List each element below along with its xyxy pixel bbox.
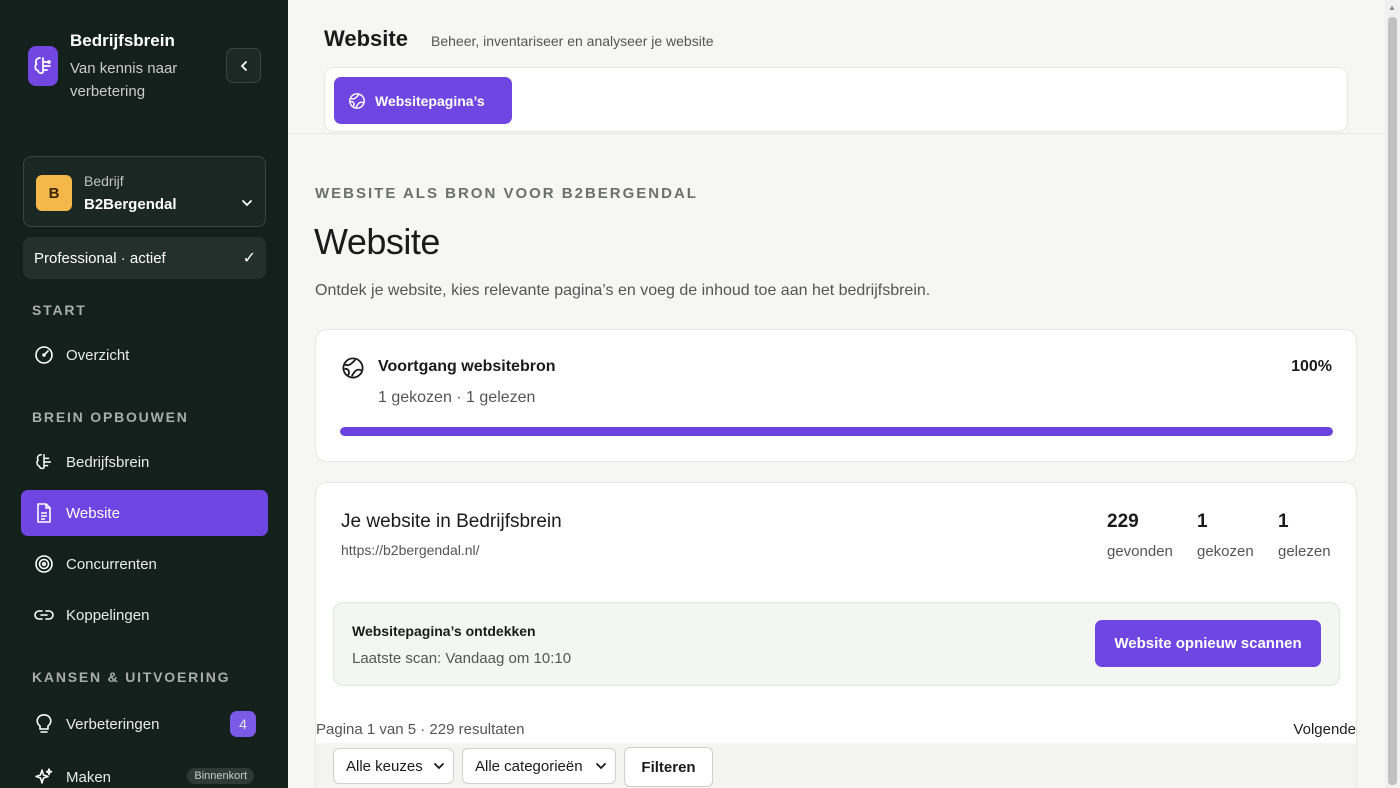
brand-subtitle: Van kennis naar verbetering (70, 60, 178, 100)
stat-gelezen: 1 gelezen (1278, 511, 1331, 560)
page-header-subtitle: Beheer, inventariseer en analyseer je we… (431, 33, 714, 49)
document-icon (33, 502, 55, 524)
sidebar-item-koppelingen[interactable]: Koppelingen (21, 592, 268, 638)
sparkles-icon (33, 766, 55, 788)
category-filter-select[interactable]: Alle categorieën (462, 748, 616, 784)
rescan-website-button[interactable]: Website opnieuw scannen (1095, 620, 1321, 667)
section-eyebrow: WEBSITE ALS BRON VOOR B2BERGENDAL (315, 185, 698, 202)
progress-card: Voortgang websitebron 100% 1 gekozen · 1… (315, 329, 1357, 462)
count-badge: 4 (230, 711, 256, 737)
sidebar-item-label: Maken (66, 768, 112, 786)
sidebar-item-label: Website (66, 504, 120, 522)
company-selector[interactable]: B Bedrijf B2Bergendal (23, 156, 266, 227)
progress-percent: 100% (1291, 358, 1332, 375)
progress-title: Voortgang websitebron (378, 358, 556, 375)
page-title: Website (314, 221, 440, 262)
pages-list: Pagina 1 van 5 · 229 resultaten Volgende… (316, 690, 1356, 788)
stat-label: gelezen (1278, 543, 1331, 560)
select-value: Alle categorieën (475, 757, 583, 775)
stat-gekozen: 1 gekozen (1197, 511, 1254, 560)
filter-button[interactable]: Filteren (624, 747, 713, 787)
brand: Bedrijfsbrein Van kennis naar verbeterin… (28, 30, 210, 103)
select-value: Alle keuzes (346, 757, 423, 775)
chevron-down-icon (596, 763, 606, 770)
stat-value: 1 (1197, 511, 1208, 532)
next-page-link[interactable]: Volgende (1293, 721, 1356, 738)
pagination-status: Pagina 1 van 5 · 229 resultaten (316, 721, 525, 738)
sidebar-item-label: Concurrenten (66, 555, 157, 573)
tab-bar: Websitepagina’s (324, 67, 1348, 132)
page-header: Website Beheer, inventariseer en analyse… (288, 0, 1385, 134)
website-card-title: Je website in Bedrijfsbrein (341, 511, 562, 532)
section-start: START (32, 302, 87, 318)
company-name: B2Bergendal (84, 196, 177, 213)
page-description: Ontdek je website, kies relevante pagina… (315, 282, 931, 299)
sidebar-item-concurrenten[interactable]: Concurrenten (21, 541, 268, 587)
target-icon (33, 553, 55, 575)
chevron-down-icon (242, 200, 252, 207)
brain-icon (33, 451, 55, 473)
section-brein-opbouwen: BREIN OPBOUWEN (32, 409, 189, 425)
tab-websitepaginas[interactable]: Websitepagina’s (334, 77, 512, 124)
check-icon: ✓ (242, 250, 256, 267)
sidebar-item-label: Overzicht (66, 346, 130, 364)
sidebar-item-verbeteringen[interactable]: Verbeteringen 4 (21, 701, 268, 747)
company-label: Bedrijf (84, 173, 124, 189)
gauge-icon (33, 344, 55, 366)
scrollbar-thumb[interactable] (1388, 17, 1397, 785)
chevron-left-icon (240, 60, 247, 71)
page-scrollbar[interactable]: ▲ (1385, 0, 1400, 788)
globe-icon (342, 357, 364, 379)
website-url: https://b2bergendal.nl/ (341, 542, 480, 558)
sidebar-item-label: Bedrijfsbrein (66, 453, 150, 471)
sidebar-item-website[interactable]: Website (21, 490, 268, 536)
sidebar: Bedrijfsbrein Van kennis naar verbeterin… (0, 0, 288, 788)
section-kansen-uitvoering: KANSEN & UITVOERING (32, 669, 231, 685)
sidebar-item-label: Verbeteringen (66, 715, 160, 733)
stat-label: gevonden (1107, 543, 1173, 560)
sidebar-item-label: Koppelingen (66, 606, 150, 624)
plan-status: Professional · actief ✓ (23, 237, 266, 279)
stat-label: gekozen (1197, 543, 1254, 560)
page-header-title: Website (324, 26, 408, 51)
last-scan-text: Laatste scan: Vandaag om 10:10 (352, 650, 572, 667)
stat-value: 229 (1107, 511, 1139, 532)
progress-bar-fill (340, 427, 1333, 436)
scroll-up-icon[interactable]: ▲ (1388, 3, 1396, 12)
coming-soon-badge: Binnenkort (187, 768, 254, 784)
sidebar-item-overzicht[interactable]: Overzicht (21, 332, 268, 378)
tab-label: Websitepagina’s (375, 92, 485, 109)
choice-filter-select[interactable]: Alle keuzes (333, 748, 454, 784)
chevron-down-icon (434, 763, 444, 770)
plan-label: Professional · actief (34, 250, 166, 267)
brand-title: Bedrijfsbrein (70, 31, 175, 50)
globe-icon (349, 92, 365, 109)
discover-panel: Websitepagina’s ontdekken Laatste scan: … (333, 602, 1340, 686)
stat-gevonden: 229 gevonden (1107, 511, 1173, 560)
brain-logo-icon (28, 46, 58, 86)
link-icon (33, 604, 55, 626)
collapse-sidebar-button[interactable] (226, 48, 261, 83)
progress-summary: 1 gekozen · 1 gelezen (378, 389, 536, 406)
discover-title: Websitepagina’s ontdekken (352, 623, 536, 639)
lightbulb-icon (33, 713, 55, 735)
progress-bar (340, 427, 1333, 436)
stat-value: 1 (1278, 511, 1289, 532)
company-avatar: B (36, 175, 72, 211)
sidebar-item-bedrijfsbrein[interactable]: Bedrijfsbrein (21, 439, 268, 485)
sidebar-item-maken[interactable]: Maken Binnenkort (21, 754, 268, 788)
filter-bar: Alle keuzes Alle categorieën Filteren (316, 743, 1356, 788)
